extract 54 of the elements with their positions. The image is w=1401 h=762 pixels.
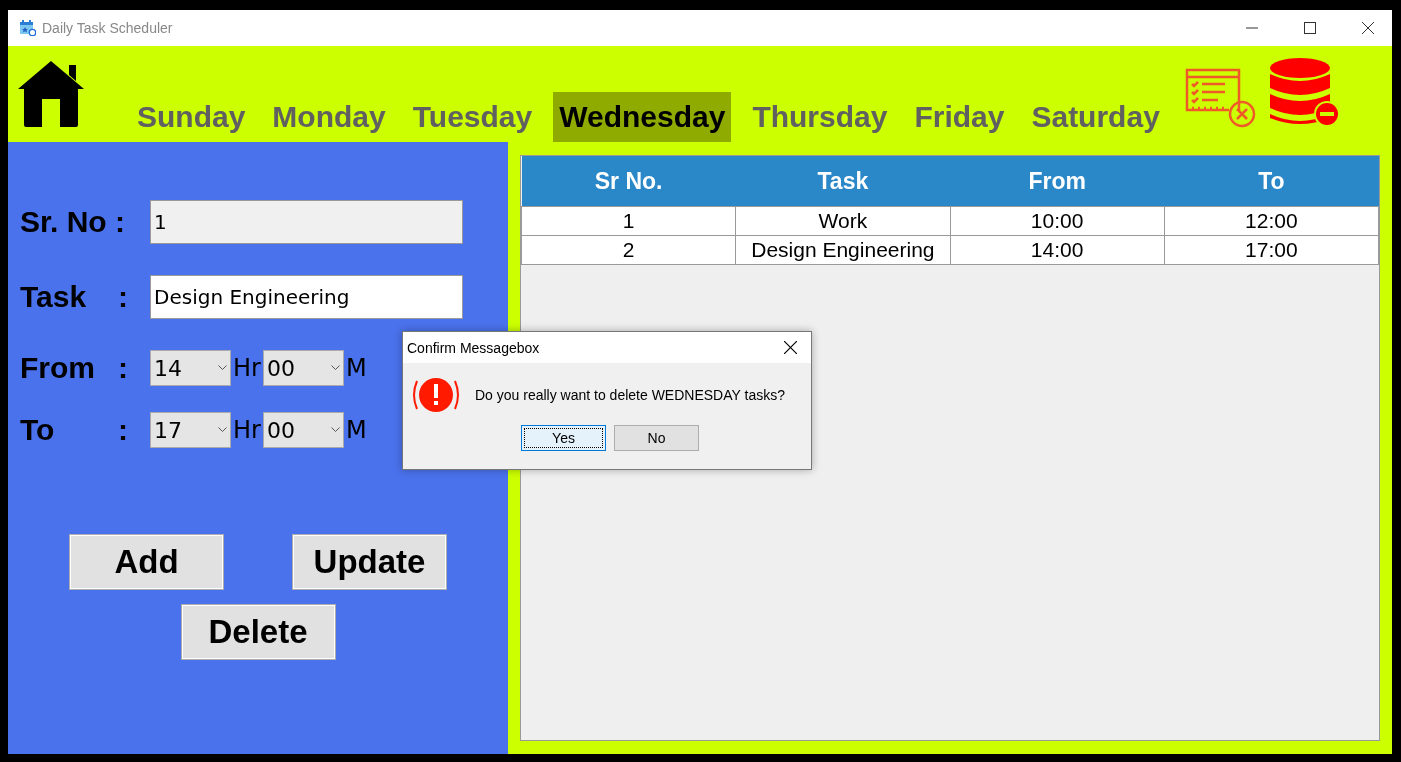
day-tab[interactable]: Thursday <box>746 92 894 142</box>
action-button[interactable]: Add <box>69 534 224 590</box>
field-label: Sr. No : <box>20 205 126 239</box>
table-cell: Design Engineering <box>735 235 950 265</box>
table-cell: 17:00 <box>1164 235 1379 265</box>
dialog-title: Confirm Messagebox <box>407 339 540 356</box>
day-tab[interactable]: Saturday <box>1025 92 1166 142</box>
unit-label: Hr <box>233 416 261 444</box>
unit-label: M <box>345 416 367 444</box>
maximize-icon[interactable] <box>1304 22 1316 34</box>
table-cell: 10:00 <box>950 206 1165 236</box>
field-label: Task <box>20 280 88 314</box>
caret-icon <box>218 365 227 371</box>
colon-label: : <box>118 351 129 385</box>
hour-dropdown[interactable]: 17 <box>150 412 231 448</box>
column-header: To <box>1164 156 1379 207</box>
day-tab[interactable]: Monday <box>266 92 392 142</box>
field-label: From <box>20 351 96 385</box>
colon-label: : <box>118 413 129 447</box>
close-icon[interactable] <box>1362 22 1374 34</box>
dialog-button[interactable]: No <box>614 425 699 451</box>
table-cell: Work <box>735 206 950 236</box>
home-icon[interactable] <box>16 59 86 129</box>
calendar-icon <box>20 20 36 36</box>
dialog-message: Do you really want to delete WEDNESDAY tasks? <box>475 387 785 403</box>
dialog-button[interactable]: Yes <box>521 425 606 451</box>
sr-no-field[interactable]: 1 <box>150 200 463 244</box>
window-title: Daily Task Scheduler <box>42 20 173 36</box>
table-cell: 2 <box>521 235 736 265</box>
caret-icon <box>330 427 340 433</box>
column-header: Task <box>735 156 950 207</box>
column-header: From <box>950 156 1165 207</box>
column-header: Sr No. <box>521 156 736 207</box>
close-icon[interactable] <box>784 341 797 354</box>
day-tab[interactable]: Friday <box>908 92 1011 142</box>
day-tab[interactable]: Tuesday <box>406 92 539 142</box>
unit-label: Hr <box>233 354 261 382</box>
day-tab[interactable]: Wednesday <box>553 92 732 142</box>
action-button[interactable]: Delete <box>180 604 336 660</box>
hour-dropdown[interactable]: 14 <box>150 350 231 386</box>
table-cell: 1 <box>521 206 736 236</box>
day-tab[interactable]: Sunday <box>131 92 252 142</box>
error-icon <box>411 375 461 415</box>
caret-icon <box>330 365 340 371</box>
table-cell: 12:00 <box>1164 206 1379 236</box>
field-label: To <box>20 413 56 447</box>
minute-dropdown[interactable]: 00 <box>262 412 344 448</box>
colon-label: : <box>118 280 129 314</box>
minute-dropdown[interactable]: 00 <box>262 350 344 386</box>
action-button[interactable]: Update <box>292 534 447 590</box>
task-field[interactable]: Design Engineering <box>150 275 463 319</box>
unit-label: M <box>345 354 367 382</box>
caret-icon <box>218 427 227 433</box>
table-cell: 14:00 <box>950 235 1165 265</box>
